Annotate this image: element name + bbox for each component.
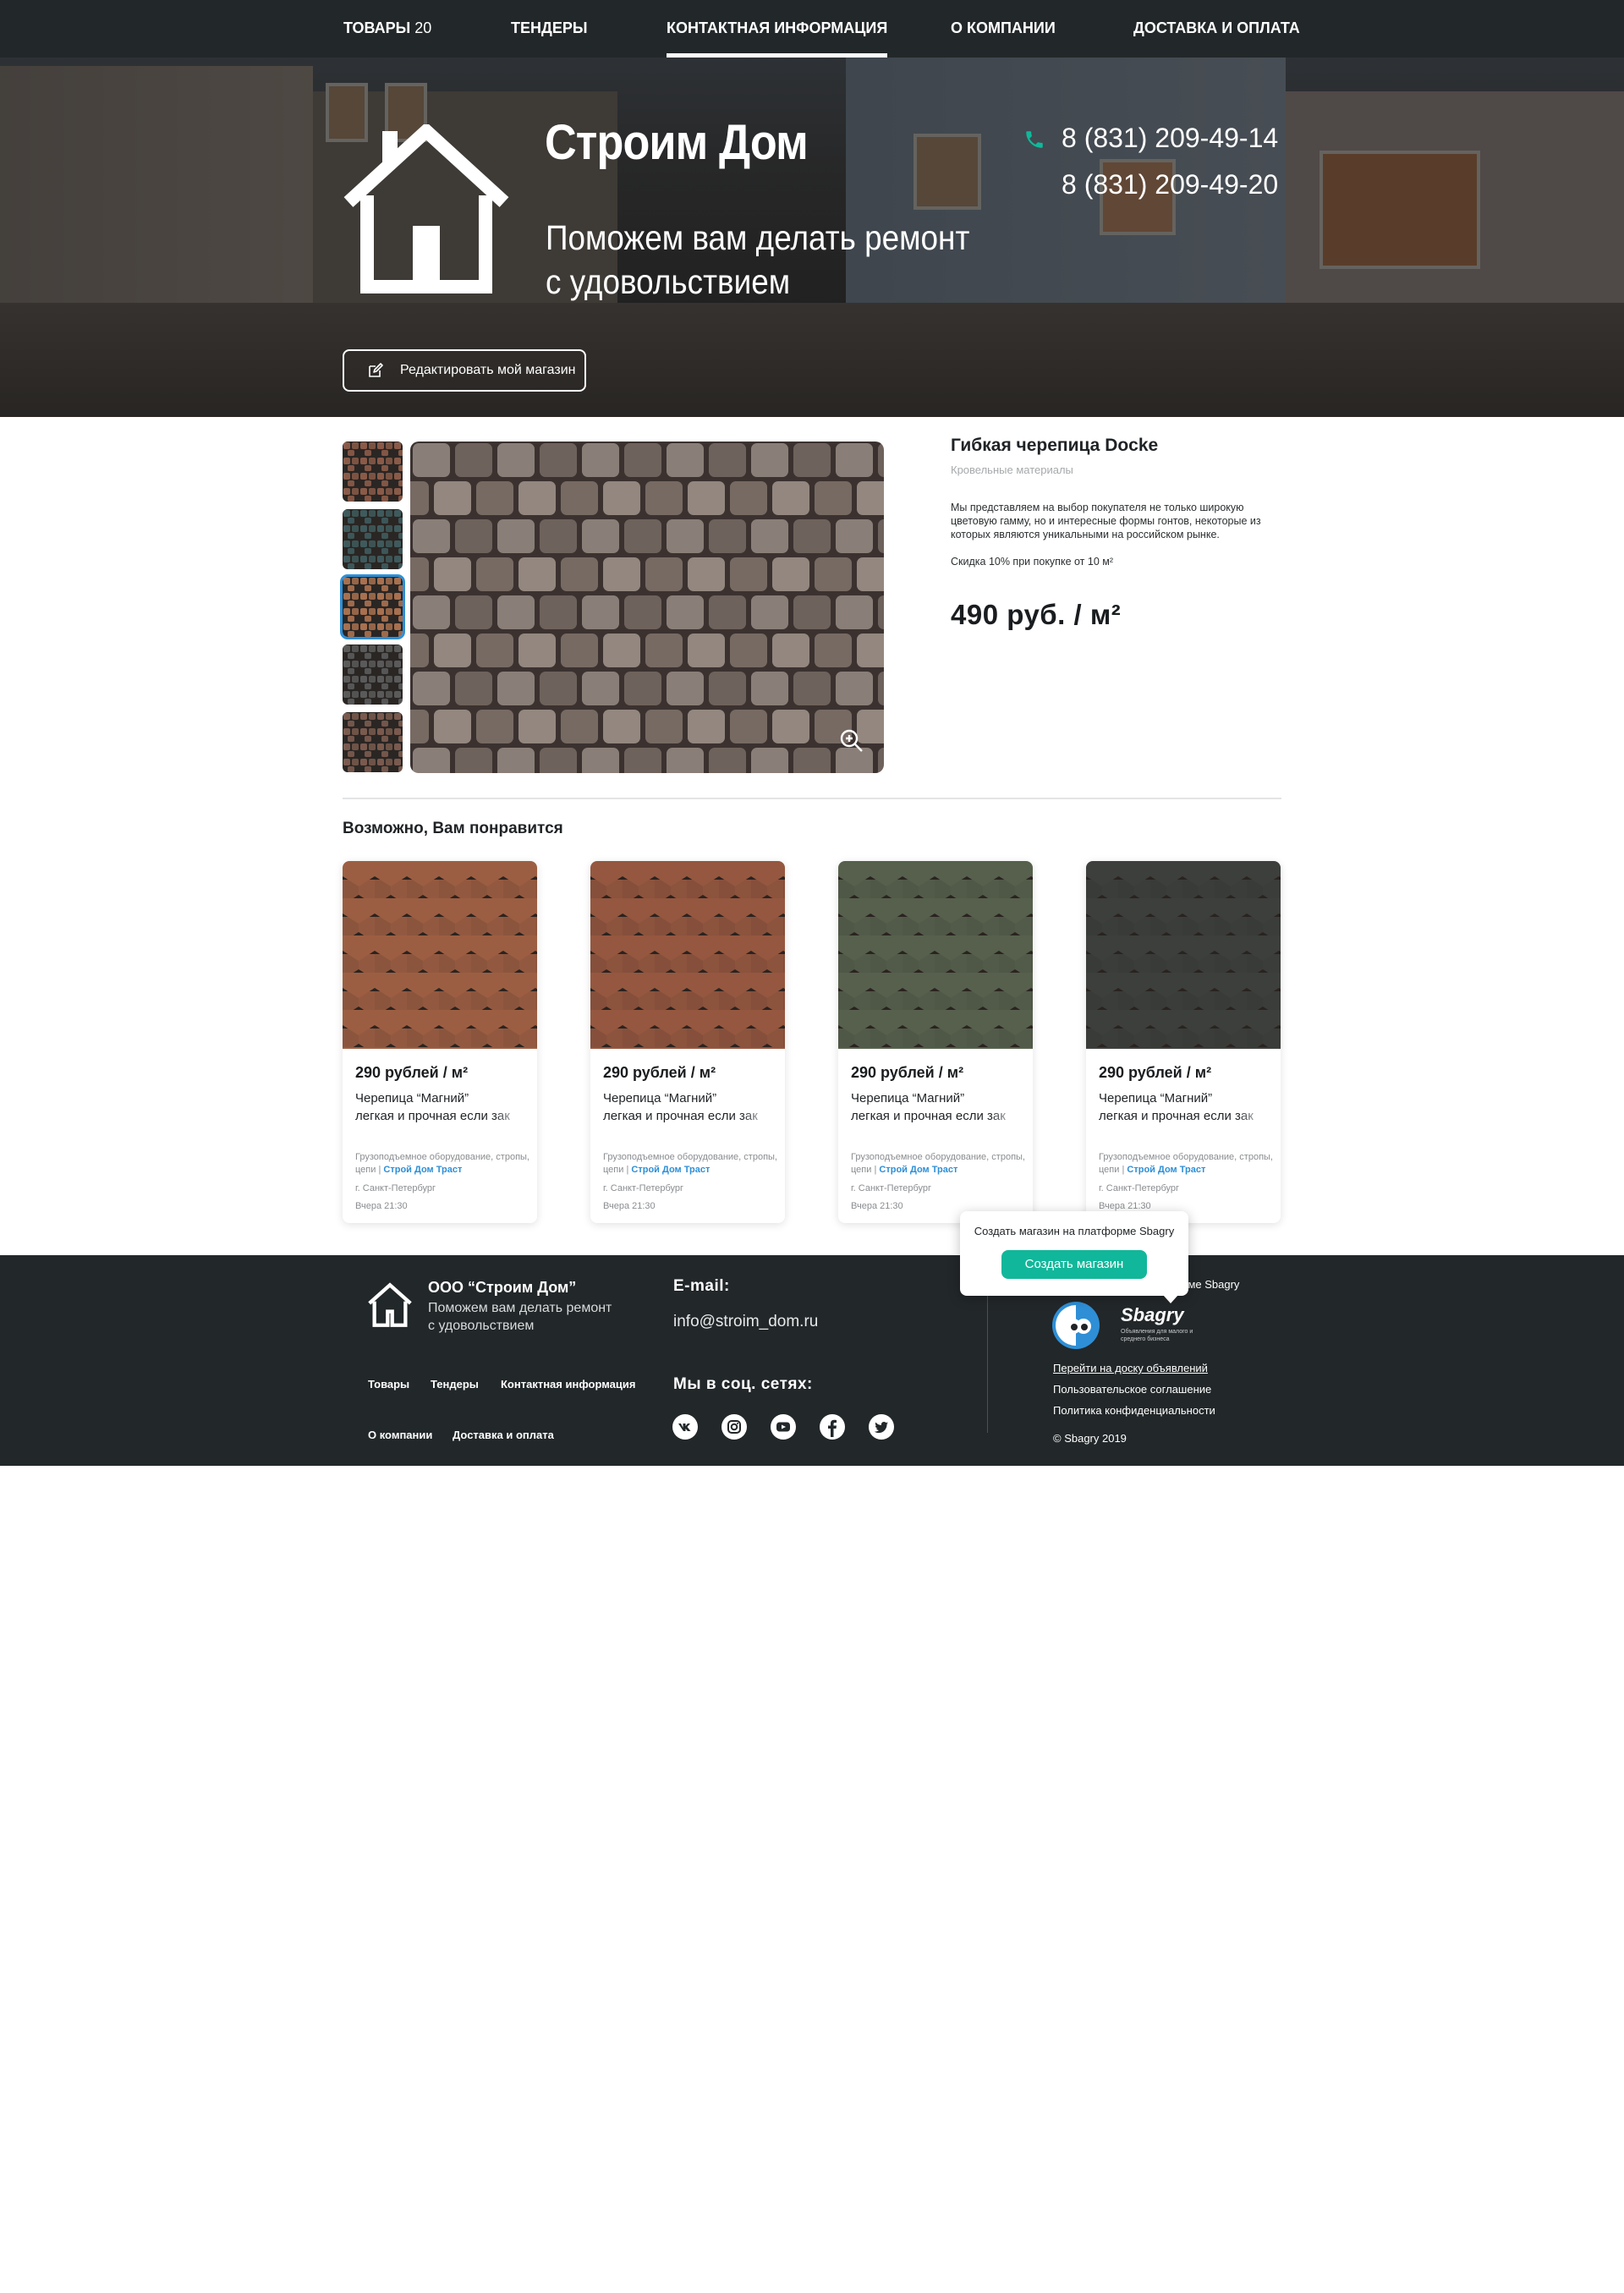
footer-social-label: Мы в соц. сетях: xyxy=(673,1375,813,1393)
instagram-icon[interactable] xyxy=(721,1414,747,1440)
board-link[interactable]: Перейти на доску объявлений xyxy=(1053,1362,1208,1374)
shingle-image xyxy=(410,442,884,773)
card-city: г. Санкт-Петербург xyxy=(1099,1183,1180,1193)
sbagry-logo-icon[interactable] xyxy=(1052,1302,1100,1349)
nav-item-delivery[interactable]: Доставка и оплата xyxy=(1133,0,1300,58)
product-card[interactable]: 290 рублей / м² Черепица “Магний” легкая и… xyxy=(343,861,537,1223)
footer: ООО “Строим Дом” Поможем вам делать ремо… xyxy=(0,1255,1624,1466)
card-seller-link[interactable]: Строй Дом Траст xyxy=(383,1165,462,1175)
card-seller-link[interactable]: Строй Дом Траст xyxy=(631,1165,710,1175)
youtube-icon[interactable] xyxy=(771,1414,796,1440)
card-city: г. Санкт-Петербург xyxy=(851,1183,932,1193)
product-title: Гибкая черепица Docke xyxy=(951,436,1159,455)
twitter-icon[interactable] xyxy=(869,1414,894,1440)
card-categories: Грузоподъемное оборудование, стропы, цеп… xyxy=(851,1152,1025,1175)
footer-divider xyxy=(987,1281,988,1433)
card-price: 290 рублей / м² xyxy=(603,1064,716,1081)
card-city: г. Санкт-Петербург xyxy=(355,1183,436,1193)
card-image xyxy=(343,861,537,1049)
card-categories: Грузоподъемное оборудование, стропы, цеп… xyxy=(355,1152,529,1175)
card-image xyxy=(590,861,785,1049)
card-time: Вчера 21:30 xyxy=(603,1201,656,1211)
product-description: Мы представляем на выбор покупателя не т… xyxy=(951,502,1261,540)
card-time: Вчера 21:30 xyxy=(1099,1201,1151,1211)
card-time: Вчера 21:30 xyxy=(355,1201,408,1211)
product-main-photo[interactable] xyxy=(410,442,884,773)
product-thumbnail[interactable] xyxy=(343,712,403,772)
footer-link-goods[interactable]: Товары xyxy=(368,1378,409,1391)
phone-number-2[interactable]: 8 (831) 209-49-20 xyxy=(1062,169,1278,200)
card-categories: Грузоподъемное оборудование, стропы, цеп… xyxy=(1099,1152,1273,1175)
zoom-in-icon[interactable] xyxy=(839,728,864,754)
product-card[interactable]: 290 рублей / м² Черепица “Магний” легкая и… xyxy=(590,861,785,1223)
nav-goods-count: 20 xyxy=(414,19,432,36)
create-shop-button[interactable]: Создать магазин xyxy=(1001,1250,1147,1279)
card-seller-link[interactable]: Строй Дом Траст xyxy=(1127,1165,1205,1175)
card-name-line1: Черепица “Магний” xyxy=(1099,1091,1213,1105)
popup-text: Создать магазин на платформе Sbagry xyxy=(974,1225,1175,1237)
phone-icon xyxy=(1026,131,1043,148)
card-price: 290 рублей / м² xyxy=(1099,1064,1212,1081)
card-name-line1: Черепица “Магний” xyxy=(355,1091,469,1105)
shop-slogan: Поможем вам делать ремонт с удовольствие… xyxy=(546,218,970,301)
facebook-icon[interactable] xyxy=(820,1414,845,1440)
agreement-link[interactable]: Пользовательское соглашение xyxy=(1053,1383,1211,1396)
card-price: 290 рублей / м² xyxy=(355,1064,469,1081)
card-name-line2: легкая и прочная если зак xyxy=(603,1109,758,1123)
product-discount: Скидка 10% при покупке от 10 м² xyxy=(951,556,1113,568)
footer-link-tenders[interactable]: Тендеры xyxy=(431,1378,479,1391)
product-thumbnail[interactable] xyxy=(340,574,405,639)
section-divider xyxy=(343,798,1281,799)
product-thumbnail[interactable] xyxy=(343,509,403,569)
edit-shop-label: Редактировать мой магазин xyxy=(400,363,576,377)
nav-item-contacts[interactable]: Контактная информация xyxy=(667,0,888,58)
footer-company-name: ООО “Строим Дом” xyxy=(428,1279,577,1296)
product-thumbnail[interactable] xyxy=(343,645,403,705)
footer-link-about[interactable]: О компании xyxy=(368,1429,432,1441)
footer-link-delivery[interactable]: Доставка и оплата xyxy=(453,1429,554,1441)
nav-item-goods[interactable]: Товары 20 xyxy=(343,0,431,58)
nav-item-about[interactable]: О компании xyxy=(951,0,1056,58)
card-city: г. Санкт-Петербург xyxy=(603,1183,684,1193)
privacy-link[interactable]: Политика конфиденциальности xyxy=(1053,1404,1215,1417)
footer-email-label: E-mail: xyxy=(673,1277,730,1295)
nav-item-tenders[interactable]: Тендеры xyxy=(511,0,587,58)
footer-slogan: Поможем вам делать ремонт с удовольствие… xyxy=(428,1301,612,1333)
card-name-line1: Черепица “Магний” xyxy=(851,1091,965,1105)
vk-icon[interactable] xyxy=(672,1414,698,1440)
product-card[interactable]: 290 рублей / м² Черепица “Магний” легкая и… xyxy=(838,861,1033,1223)
card-name-line1: Черепица “Магний” xyxy=(603,1091,717,1105)
product-price: 490 руб. / м² xyxy=(951,599,1122,630)
card-name-line2: легкая и прочная если зак xyxy=(1099,1109,1254,1123)
card-categories: Грузоподъемное оборудование, стропы, цеп… xyxy=(603,1152,777,1175)
footer-link-contacts[interactable]: Контактная информация xyxy=(501,1378,635,1391)
footer-house-icon xyxy=(368,1282,412,1327)
card-name-line2: легкая и прочная если зак xyxy=(851,1109,1006,1123)
top-nav: Товары 20 Тендеры Контактная информация … xyxy=(0,0,1624,58)
house-icon xyxy=(343,124,509,293)
edit-shop-button[interactable]: Редактировать мой магазин xyxy=(343,349,586,392)
footer-email[interactable]: info@stroim_dom.ru xyxy=(673,1313,818,1331)
create-shop-popup: Создать магазин на платформе Sbagry Созд… xyxy=(960,1211,1188,1303)
card-image xyxy=(838,861,1033,1049)
product-card[interactable]: 290 рублей / м² Черепица “Магний” легкая и… xyxy=(1086,861,1281,1223)
recommendations-title: Возможно, Вам понравится xyxy=(343,820,563,837)
copyright: © Sbagry 2019 xyxy=(1053,1432,1127,1445)
card-price: 290 рублей / м² xyxy=(851,1064,964,1081)
product-category: Кровельные материалы xyxy=(951,464,1073,476)
sbagry-brand-name: Sbagry xyxy=(1121,1304,1184,1325)
pen-icon xyxy=(369,363,383,377)
sbagry-tagline: Объявления для малого и среднего бизнеса xyxy=(1121,1329,1193,1342)
product-thumbnail[interactable] xyxy=(343,442,403,502)
card-time: Вчера 21:30 xyxy=(851,1201,903,1211)
card-image xyxy=(1086,861,1281,1049)
phone-number-1[interactable]: 8 (831) 209-49-14 xyxy=(1062,123,1278,154)
card-seller-link[interactable]: Строй Дом Траст xyxy=(879,1165,957,1175)
card-name-line2: легкая и прочная если зак xyxy=(355,1109,510,1123)
shop-title: Строим Дом xyxy=(545,115,809,170)
